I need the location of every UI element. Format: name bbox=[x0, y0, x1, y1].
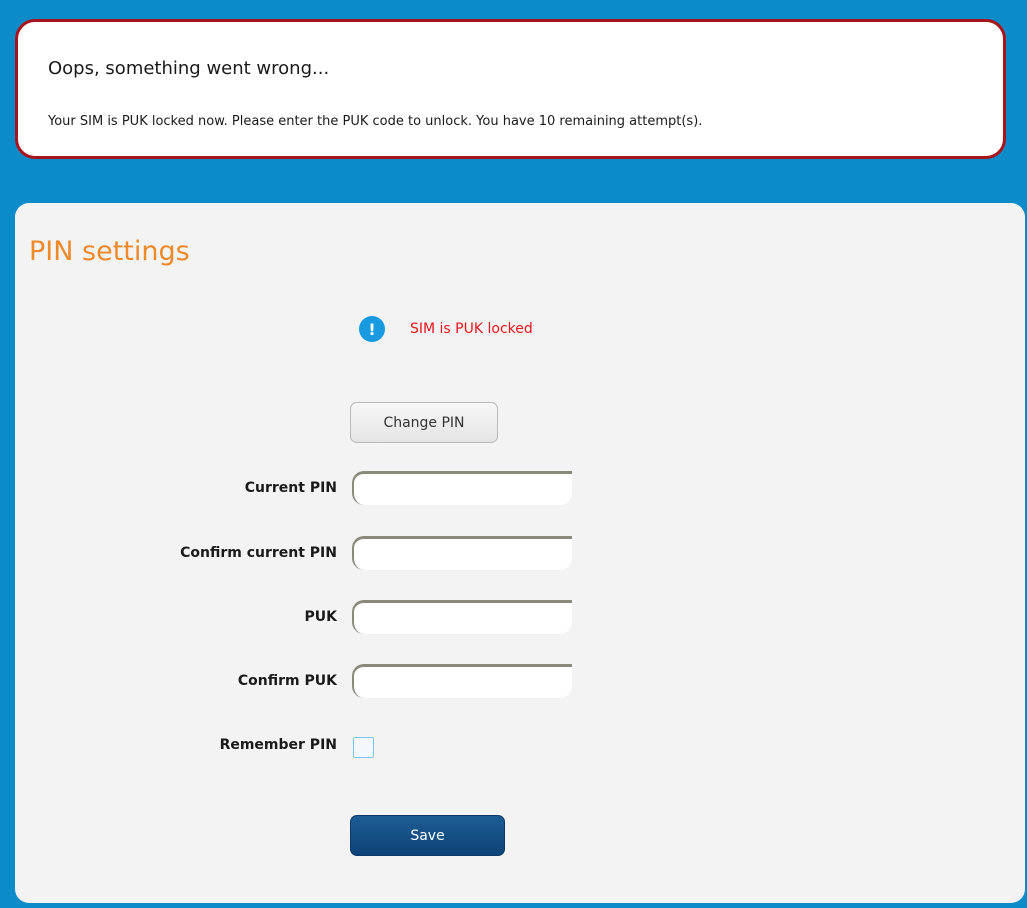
confirm-current-pin-input[interactable] bbox=[352, 536, 572, 570]
confirm-puk-label: Confirm PUK bbox=[237, 673, 337, 689]
current-pin-row: Current PIN bbox=[15, 471, 1025, 507]
confirm-puk-row: Confirm PUK bbox=[15, 664, 1025, 700]
current-pin-label: Current PIN bbox=[244, 480, 337, 496]
sim-status-text: SIM is PUK locked bbox=[410, 321, 533, 337]
confirm-current-pin-label: Confirm current PIN bbox=[180, 545, 337, 561]
puk-row: PUK bbox=[15, 600, 1025, 636]
confirm-puk-input[interactable] bbox=[352, 664, 572, 698]
puk-input[interactable] bbox=[352, 600, 572, 634]
puk-label: PUK bbox=[304, 609, 337, 625]
error-title: Oops, something went wrong... bbox=[48, 58, 330, 79]
error-message-text: Your SIM is PUK locked now. Please enter… bbox=[48, 114, 703, 129]
sim-status: ! SIM is PUK locked bbox=[359, 315, 533, 343]
confirm-current-pin-row: Confirm current PIN bbox=[15, 536, 1025, 572]
current-pin-input[interactable] bbox=[352, 471, 572, 505]
info-exclamation-icon: ! bbox=[359, 316, 385, 342]
remember-pin-checkbox[interactable] bbox=[353, 737, 374, 758]
pin-settings-title: PIN settings bbox=[29, 236, 190, 267]
remember-pin-label: Remember PIN bbox=[219, 737, 337, 753]
error-message-box: Oops, something went wrong... Your SIM i… bbox=[15, 19, 1006, 159]
change-pin-button[interactable]: Change PIN bbox=[350, 402, 498, 443]
save-button[interactable]: Save bbox=[350, 815, 505, 856]
pin-settings-panel: PIN settings ! SIM is PUK locked Change … bbox=[15, 203, 1025, 903]
remember-pin-row: Remember PIN bbox=[15, 733, 1025, 769]
